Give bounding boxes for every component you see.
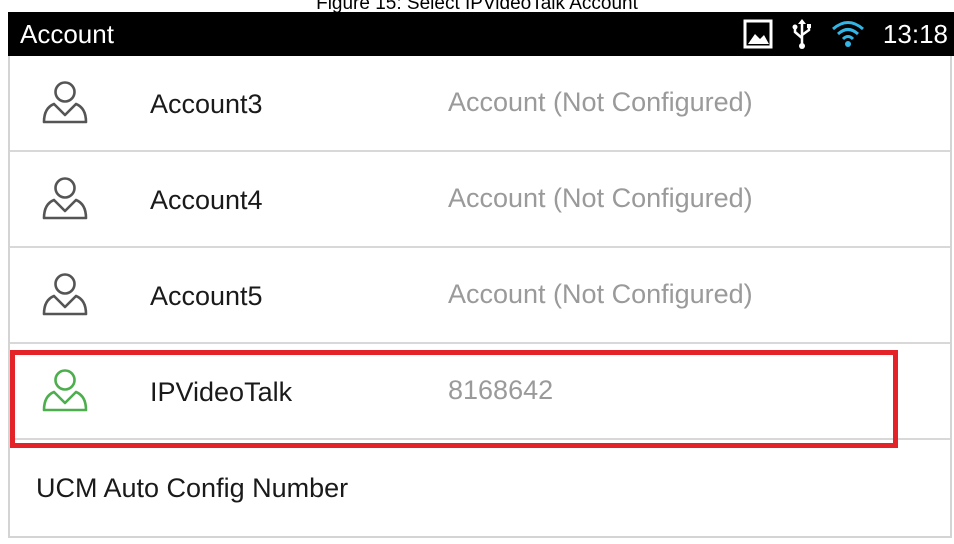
status-bar: Account 13:18: [8, 12, 954, 56]
account-status: Account (Not Configured): [448, 183, 753, 213]
account-number: 8168642: [448, 375, 554, 405]
screen-title: Account: [20, 19, 114, 49]
account-row-account3[interactable]: Account3 Account (Not Configured): [10, 56, 950, 152]
account-status: Account (Not Configured): [448, 279, 753, 309]
account-name: IPVideoTalk: [150, 377, 293, 407]
account-list: Account3 Account (Not Configured) Accoun…: [8, 56, 952, 538]
account-row-ipvideotalk[interactable]: IPVideoTalk 8168642: [10, 344, 950, 440]
wifi-icon: [831, 20, 865, 48]
account-name: Account4: [150, 185, 263, 215]
user-icon: [42, 369, 88, 412]
account-name: Account3: [150, 89, 263, 119]
user-icon: [42, 273, 88, 316]
image-icon: [743, 19, 773, 49]
ucm-auto-config-label: UCM Auto Config Number: [36, 473, 349, 503]
account-row-account5[interactable]: Account5 Account (Not Configured): [10, 248, 950, 344]
account-status: Account (Not Configured): [448, 87, 753, 117]
status-icons: 13:18: [743, 12, 954, 56]
ucm-auto-config-row[interactable]: UCM Auto Config Number: [10, 440, 950, 536]
account-name: Account5: [150, 281, 263, 311]
user-icon: [42, 81, 88, 124]
user-icon: [42, 177, 88, 220]
usb-icon: [791, 18, 813, 50]
account-row-account4[interactable]: Account4 Account (Not Configured): [10, 152, 950, 248]
status-time: 13:18: [882, 19, 948, 49]
